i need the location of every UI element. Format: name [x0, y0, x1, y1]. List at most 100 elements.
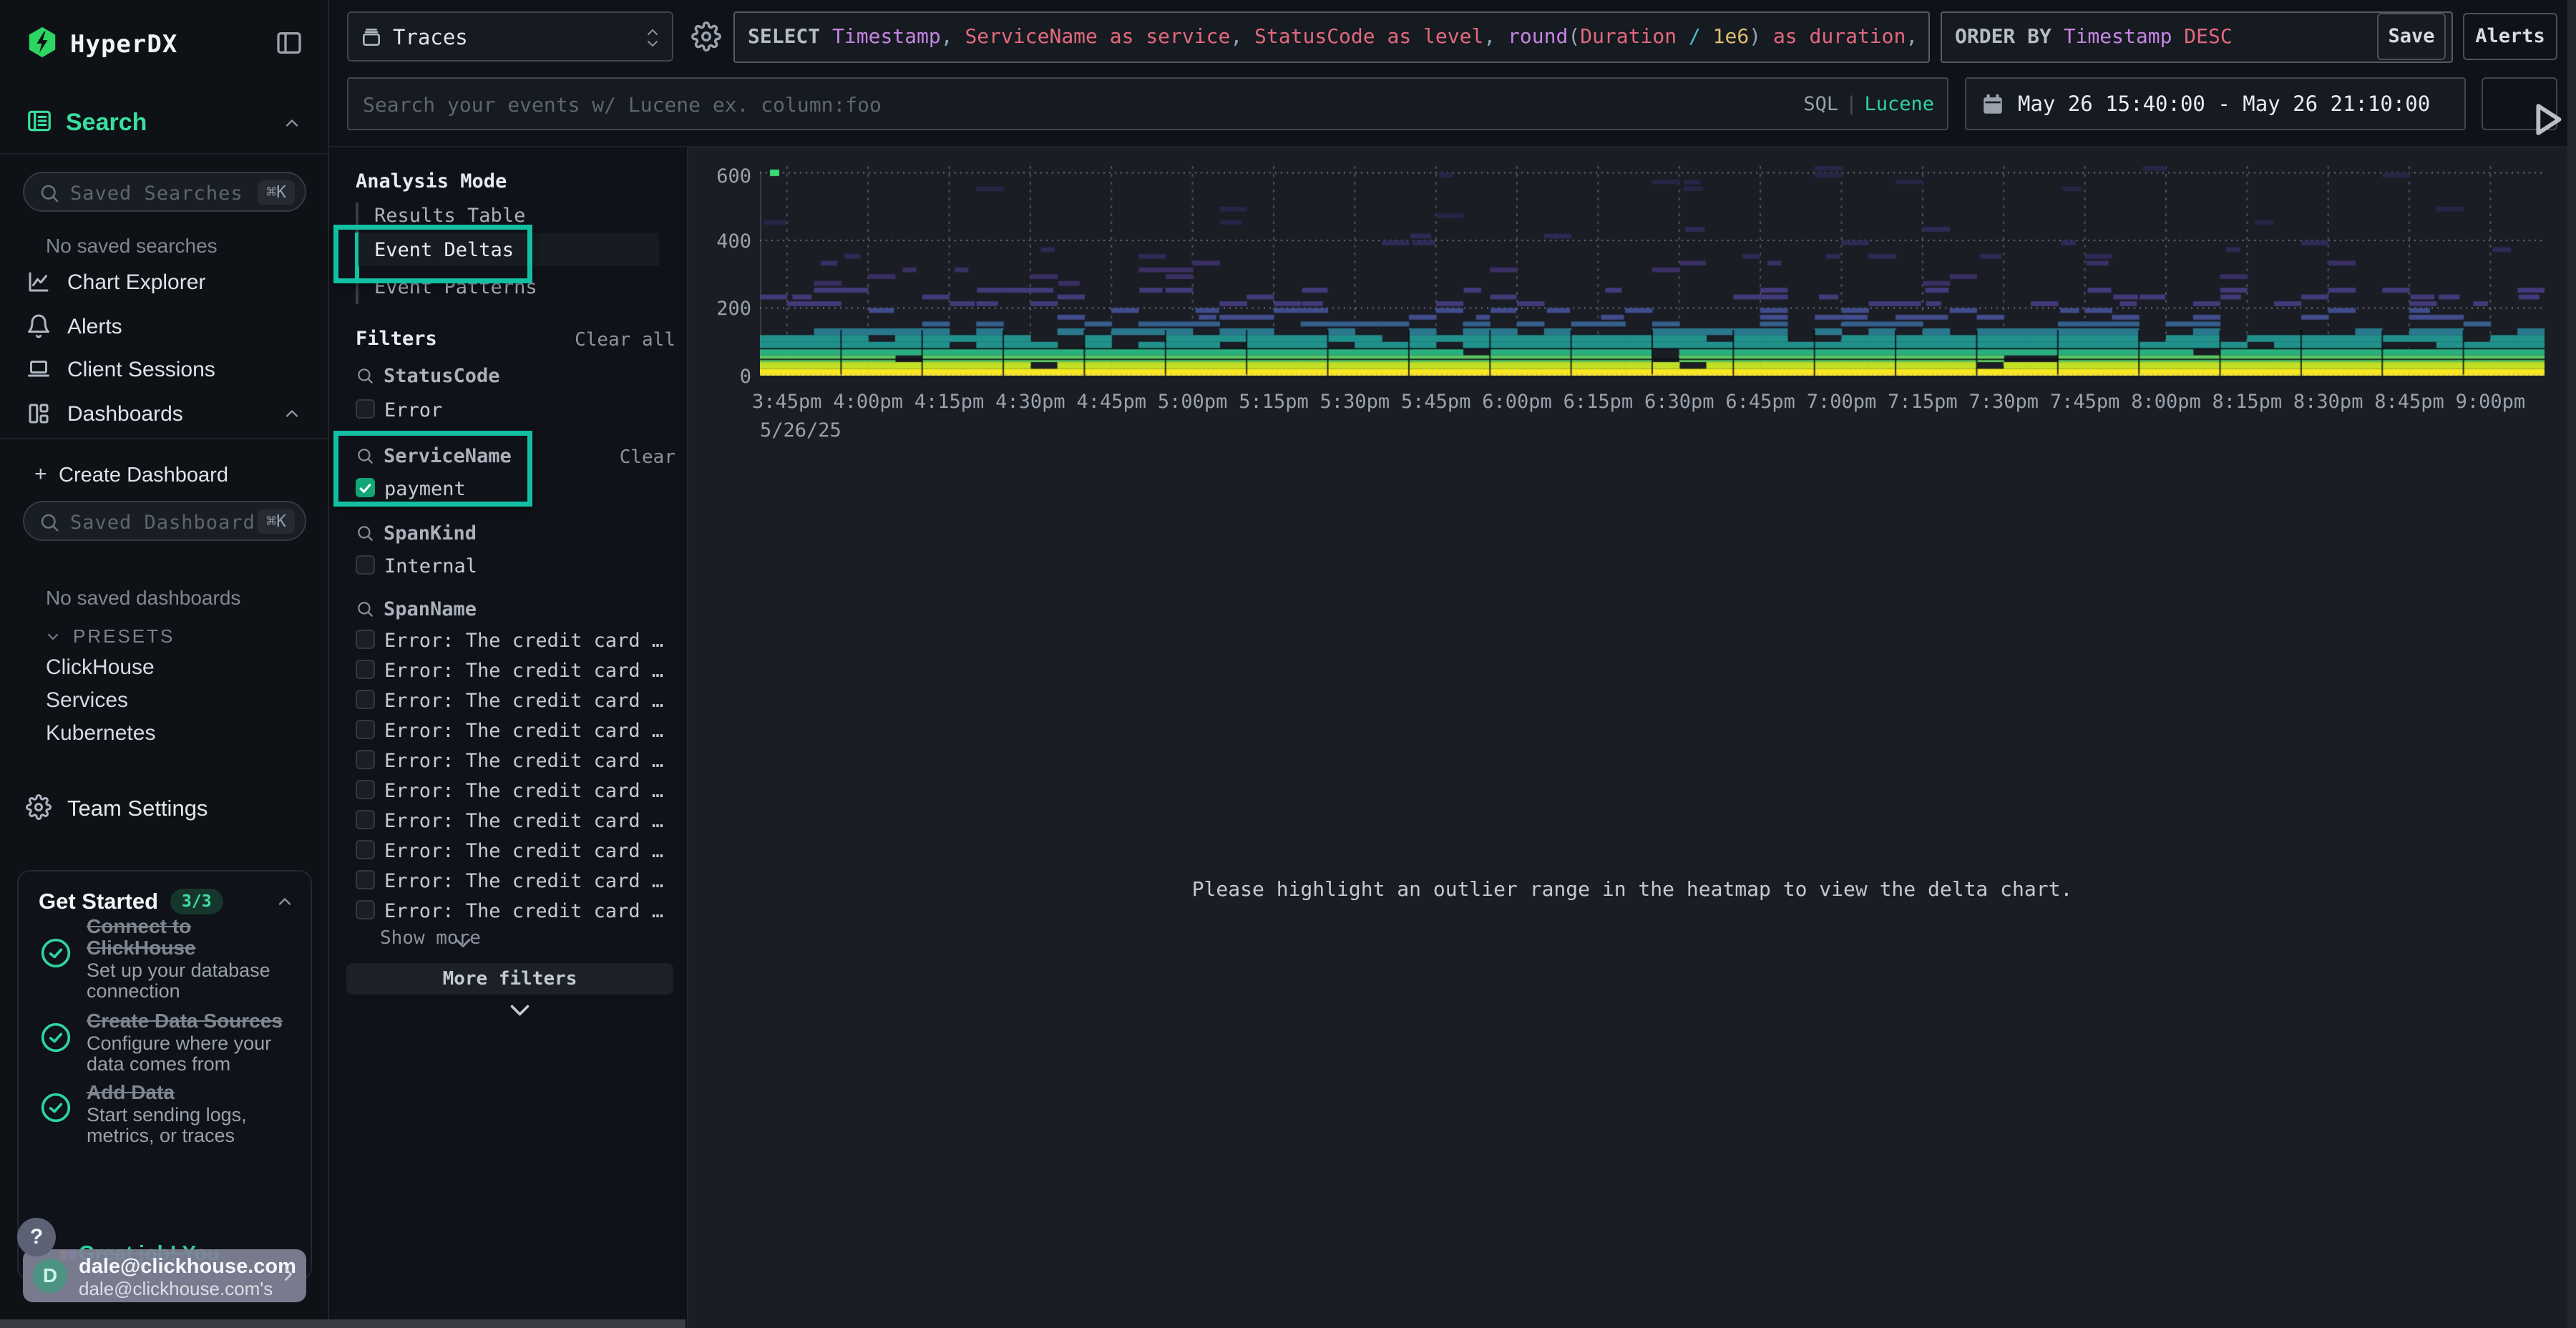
sidebar-collapse-icon[interactable]: [275, 29, 303, 57]
sidebar-item-team-settings[interactable]: Team Settings: [26, 793, 298, 827]
checkbox-unchecked[interactable]: [356, 840, 375, 859]
checkbox-unchecked[interactable]: [356, 555, 375, 575]
annotation-box-servicename-payment: [333, 431, 532, 507]
sidebar-item-alerts[interactable]: Alerts: [26, 311, 303, 345]
sql-select-input[interactable]: SELECT Timestamp, ServiceName as service…: [733, 11, 1930, 63]
sidebar-item-client-sessions[interactable]: Client Sessions: [26, 353, 303, 388]
preset-kubernetes[interactable]: Kubernetes: [46, 721, 275, 750]
filter-option-spanname-9[interactable]: Error: The credit card …: [356, 899, 670, 926]
x-axis-tick: 7:30pm: [1968, 391, 2039, 413]
x-axis-tick: 8:30pm: [2293, 391, 2363, 413]
app-logo[interactable]: HyperDX: [26, 24, 303, 62]
filter-option-label: Error: The credit card …: [384, 840, 663, 862]
filter-option-error[interactable]: Error: [356, 398, 670, 425]
get-started-item-desc: Configure where your data comes from: [87, 1033, 301, 1075]
filter-option-spanname-0[interactable]: Error: The credit card …: [356, 628, 670, 655]
laptop-icon: [26, 356, 52, 382]
chevron-up-icon[interactable]: [282, 113, 302, 133]
help-button[interactable]: ?: [17, 1218, 56, 1256]
x-axis-tick: 7:00pm: [1807, 391, 1877, 413]
sidebar-item-label: Chart Explorer: [67, 270, 205, 295]
checkbox-unchecked[interactable]: [356, 399, 375, 419]
calendar-icon: [1981, 92, 2005, 117]
x-axis-tick: 7:45pm: [2050, 391, 2120, 413]
more-filters-button[interactable]: More filters: [346, 963, 673, 995]
no-saved-dashboards-text: No saved dashboards: [46, 587, 240, 610]
search-icon[interactable]: [356, 600, 374, 618]
query-language-toggle[interactable]: SQL|Lucene: [1803, 93, 1934, 115]
chevron-up-icon[interactable]: [275, 892, 295, 912]
get-started-item-title[interactable]: Connect to ClickHouse: [87, 916, 301, 959]
search-icon[interactable]: [356, 524, 374, 542]
x-axis-tick: 4:45pm: [1076, 391, 1146, 413]
chevron-right-icon: [278, 1264, 299, 1285]
sidebar-item-dashboards[interactable]: Dashboards: [26, 398, 303, 432]
saved-dashboards-input[interactable]: Saved Dashboards ⌘K: [23, 501, 306, 541]
run-query-button[interactable]: [2482, 77, 2557, 130]
duration-heatmap[interactable]: [760, 166, 2545, 376]
filter-option-spanname-6[interactable]: Error: The credit card …: [356, 809, 670, 836]
clear-all-filters-link[interactable]: Clear all: [575, 329, 675, 351]
clear-servicename-link[interactable]: Clear: [620, 446, 675, 468]
filter-option-spanname-7[interactable]: Error: The credit card …: [356, 839, 670, 866]
saved-searches-input[interactable]: Saved Searches ⌘K: [23, 172, 306, 212]
filter-option-spanname-3[interactable]: Error: The credit card …: [356, 718, 670, 746]
saved-dashboards-placeholder: Saved Dashboards: [70, 512, 268, 534]
source-settings-gear-icon[interactable]: [691, 21, 721, 52]
lucene-toggle[interactable]: Lucene: [1864, 93, 1934, 115]
bell-icon: [26, 313, 52, 339]
checkbox-unchecked[interactable]: [356, 660, 375, 679]
app-title: HyperDX: [70, 30, 177, 59]
filter-option-spanname-2[interactable]: Error: The credit card …: [356, 688, 670, 716]
filter-group-spanname: SpanName: [384, 598, 477, 620]
user-menu[interactable]: D dale@clickhouse.com dale@clickhouse.co…: [23, 1249, 306, 1302]
filter-option-spanname-4[interactable]: Error: The credit card …: [356, 748, 670, 776]
checkbox-unchecked[interactable]: [356, 870, 375, 889]
preset-services[interactable]: Services: [46, 688, 275, 717]
filter-option-spanname-5[interactable]: Error: The credit card …: [356, 778, 670, 806]
source-select[interactable]: Traces: [347, 11, 673, 62]
chevron-up-icon[interactable]: [282, 404, 302, 424]
date-range-picker[interactable]: May 26 15:40:00 - May 26 21:10:00: [1965, 77, 2466, 130]
vertical-scrollbar[interactable]: [2567, 0, 2576, 1328]
preset-clickhouse[interactable]: ClickHouse: [46, 655, 275, 684]
save-button[interactable]: Save: [2377, 13, 2446, 60]
checkbox-unchecked[interactable]: [356, 900, 375, 919]
checkbox-unchecked[interactable]: [356, 630, 375, 649]
plus-icon: +: [34, 462, 47, 487]
x-axis-tick: 5:15pm: [1239, 391, 1309, 413]
create-dashboard-button[interactable]: + Create Dashboard: [34, 462, 299, 491]
checkbox-unchecked[interactable]: [356, 690, 375, 709]
search-icon: [39, 182, 60, 204]
filter-option-internal[interactable]: Internal: [356, 554, 670, 581]
checkbox-unchecked[interactable]: [356, 720, 375, 739]
x-axis-tick: 5:45pm: [1401, 391, 1471, 413]
filter-option-spanname-1[interactable]: Error: The credit card …: [356, 658, 670, 685]
select-chevrons-icon: [643, 24, 662, 52]
checkbox-unchecked[interactable]: [356, 750, 375, 769]
archive-box-icon: [360, 26, 383, 49]
order-by-input[interactable]: ORDER BY Timestamp DESC: [1941, 11, 2453, 63]
sidebar: HyperDX Search Saved Searches ⌘K No save…: [0, 0, 329, 1328]
x-axis-tick: 8:15pm: [2212, 391, 2283, 413]
checkbox-unchecked[interactable]: [356, 810, 375, 829]
x-axis-tick: 7:15pm: [1888, 391, 1958, 413]
get-started-item-title[interactable]: Create Data Sources: [87, 1010, 301, 1032]
user-team: dale@clickhouse.com's: [79, 1278, 273, 1300]
sidebar-item-search[interactable]: Search: [26, 104, 303, 140]
sql-toggle[interactable]: SQL: [1803, 93, 1838, 115]
checkbox-unchecked[interactable]: [356, 780, 375, 799]
presets-toggle[interactable]: PRESETS: [44, 624, 259, 650]
get-started-item-title[interactable]: Add Data: [87, 1082, 301, 1103]
filters-panel: Analysis Mode Results Table Event Deltas…: [329, 147, 688, 1328]
sidebar-item-chart-explorer[interactable]: Chart Explorer: [26, 266, 303, 301]
user-email: dale@clickhouse.com: [79, 1255, 296, 1279]
search-input[interactable]: Search your events w/ Lucene ex. column:…: [347, 77, 1948, 130]
horizontal-scrollbar[interactable]: [0, 1319, 686, 1328]
saved-searches-placeholder: Saved Searches: [70, 182, 243, 205]
alerts-button[interactable]: Alerts: [2463, 13, 2557, 60]
search-icon[interactable]: [356, 366, 374, 385]
filter-option-spanname-8[interactable]: Error: The credit card …: [356, 869, 670, 896]
sidebar-item-label: Alerts: [67, 315, 122, 339]
show-more-button[interactable]: Show more: [356, 926, 570, 952]
